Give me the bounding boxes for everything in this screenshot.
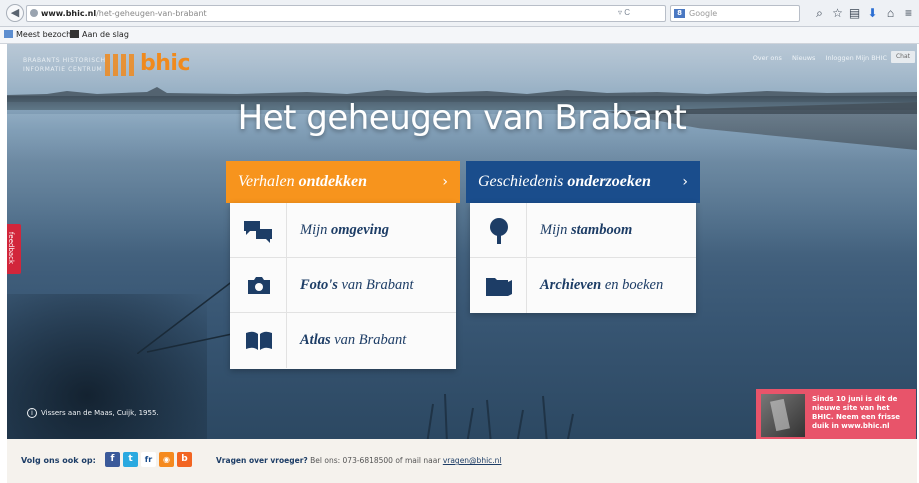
rss-icon[interactable]: ◉ — [159, 452, 174, 467]
menu-icon[interactable]: ≡ — [901, 5, 916, 21]
atlas-van-brabant-link[interactable]: Atlas van Brabant — [230, 313, 456, 368]
site-identity-icon — [30, 9, 38, 17]
bookmark-aan-de-slag[interactable]: Aan de slag — [70, 30, 129, 39]
blog-icon[interactable]: b — [177, 452, 192, 467]
star-icon[interactable]: ☆ — [830, 5, 845, 21]
bookmark-icon — [70, 30, 79, 38]
promo-text: Sinds 10 juni is dit de nieuwe site van … — [812, 395, 901, 430]
magnifier-icon[interactable]: ⌕ — [812, 5, 827, 21]
camera-icon — [248, 277, 270, 294]
browser-toolbar: ◀ www.bhic.nl/het-geheugen-van-brabant ▿… — [0, 0, 919, 27]
search-engine-icon: 8 — [674, 9, 685, 18]
reload-icon[interactable]: ▿ C — [618, 8, 630, 17]
url-path: /het-geheugen-van-brabant — [96, 9, 207, 18]
hero-section: BRABANTS HISTORISCH INFORMATIE CENTRUM b… — [7, 44, 917, 439]
verhalen-panel: Mijn omgeving Foto's van Brabant Atlas v… — [230, 203, 456, 369]
bookmark-meest-bezocht[interactable]: Meest bezocht — [4, 30, 74, 39]
bookmarks-toolbar: Meest bezocht Aan de slag — [0, 27, 919, 44]
email-link[interactable]: vragen@bhic.nl — [443, 456, 502, 465]
photo-caption[interactable]: i Vissers aan de Maas, Cuijk, 1955. — [27, 408, 159, 418]
mijn-omgeving-link[interactable]: Mijn omgeving — [230, 203, 456, 258]
logo-bars — [105, 54, 137, 76]
page: ◀ www.bhic.nl/het-geheugen-van-brabant ▿… — [0, 0, 919, 483]
url-bar[interactable]: www.bhic.nl/het-geheugen-van-brabant — [26, 5, 666, 22]
geschiedenis-onderzoeken-header[interactable]: Geschiedenis onderzoeken › — [466, 161, 700, 203]
footer: Volg ons ook op: f t fr ◉ b Vragen over … — [7, 439, 917, 483]
logo[interactable]: bhic — [140, 51, 191, 76]
new-site-promo[interactable]: Sinds 10 juni is dit de nieuwe site van … — [756, 389, 916, 442]
download-icon[interactable]: ⬇ — [865, 5, 880, 21]
flickr-icon[interactable]: fr — [141, 452, 156, 467]
twitter-icon[interactable]: t — [123, 452, 138, 467]
archieven-en-boeken-link[interactable]: Archieven en boeken — [470, 258, 696, 313]
facebook-icon[interactable]: f — [105, 452, 120, 467]
geschiedenis-panel: Mijn stamboom Archieven en boeken — [470, 203, 696, 313]
nav-over-ons[interactable]: Over ons — [753, 54, 782, 62]
contact-info: Vragen over vroeger? Bel ons: 073-681850… — [216, 456, 502, 465]
hero-title: Het geheugen van Brabant — [237, 98, 687, 138]
chevron-right-icon: › — [442, 174, 448, 190]
chevron-right-icon: › — [682, 174, 688, 190]
search-input[interactable]: 8 Google — [670, 5, 800, 22]
bookmark-folder-icon — [4, 30, 13, 38]
feedback-tab[interactable]: feedback — [7, 224, 21, 274]
verhalen-ontdekken-header[interactable]: Verhalen ontdekken › — [226, 161, 460, 203]
logo-text[interactable]: BRABANTS HISTORISCH INFORMATIE CENTRUM — [23, 56, 106, 74]
nav-nieuws[interactable]: Nieuws — [792, 54, 816, 62]
hero-background-reeds — [426, 393, 574, 439]
mijn-stamboom-link[interactable]: Mijn stamboom — [470, 203, 696, 258]
home-icon[interactable]: ⌂ — [883, 5, 898, 21]
search-placeholder: Google — [689, 9, 718, 18]
speech-bubbles-icon — [244, 221, 272, 243]
book-icon — [246, 331, 272, 350]
back-arrow-icon[interactable]: ◀ — [6, 4, 24, 22]
folder-icon — [486, 278, 512, 296]
nav-inloggen[interactable]: Inloggen Mijn BHIC — [826, 54, 887, 62]
url-domain: www.bhic.nl — [41, 9, 97, 18]
tree-icon — [490, 218, 508, 244]
fotos-van-brabant-link[interactable]: Foto's van Brabant — [230, 258, 456, 313]
follow-label: Volg ons ook op: — [21, 456, 96, 465]
bookmarks-icon[interactable]: ▤ — [847, 5, 862, 21]
chat-button[interactable]: Chat — [891, 51, 915, 63]
info-icon: i — [27, 408, 37, 418]
promo-photo — [761, 394, 805, 437]
top-nav: Over ons Nieuws Inloggen Mijn BHIC — [745, 54, 887, 62]
